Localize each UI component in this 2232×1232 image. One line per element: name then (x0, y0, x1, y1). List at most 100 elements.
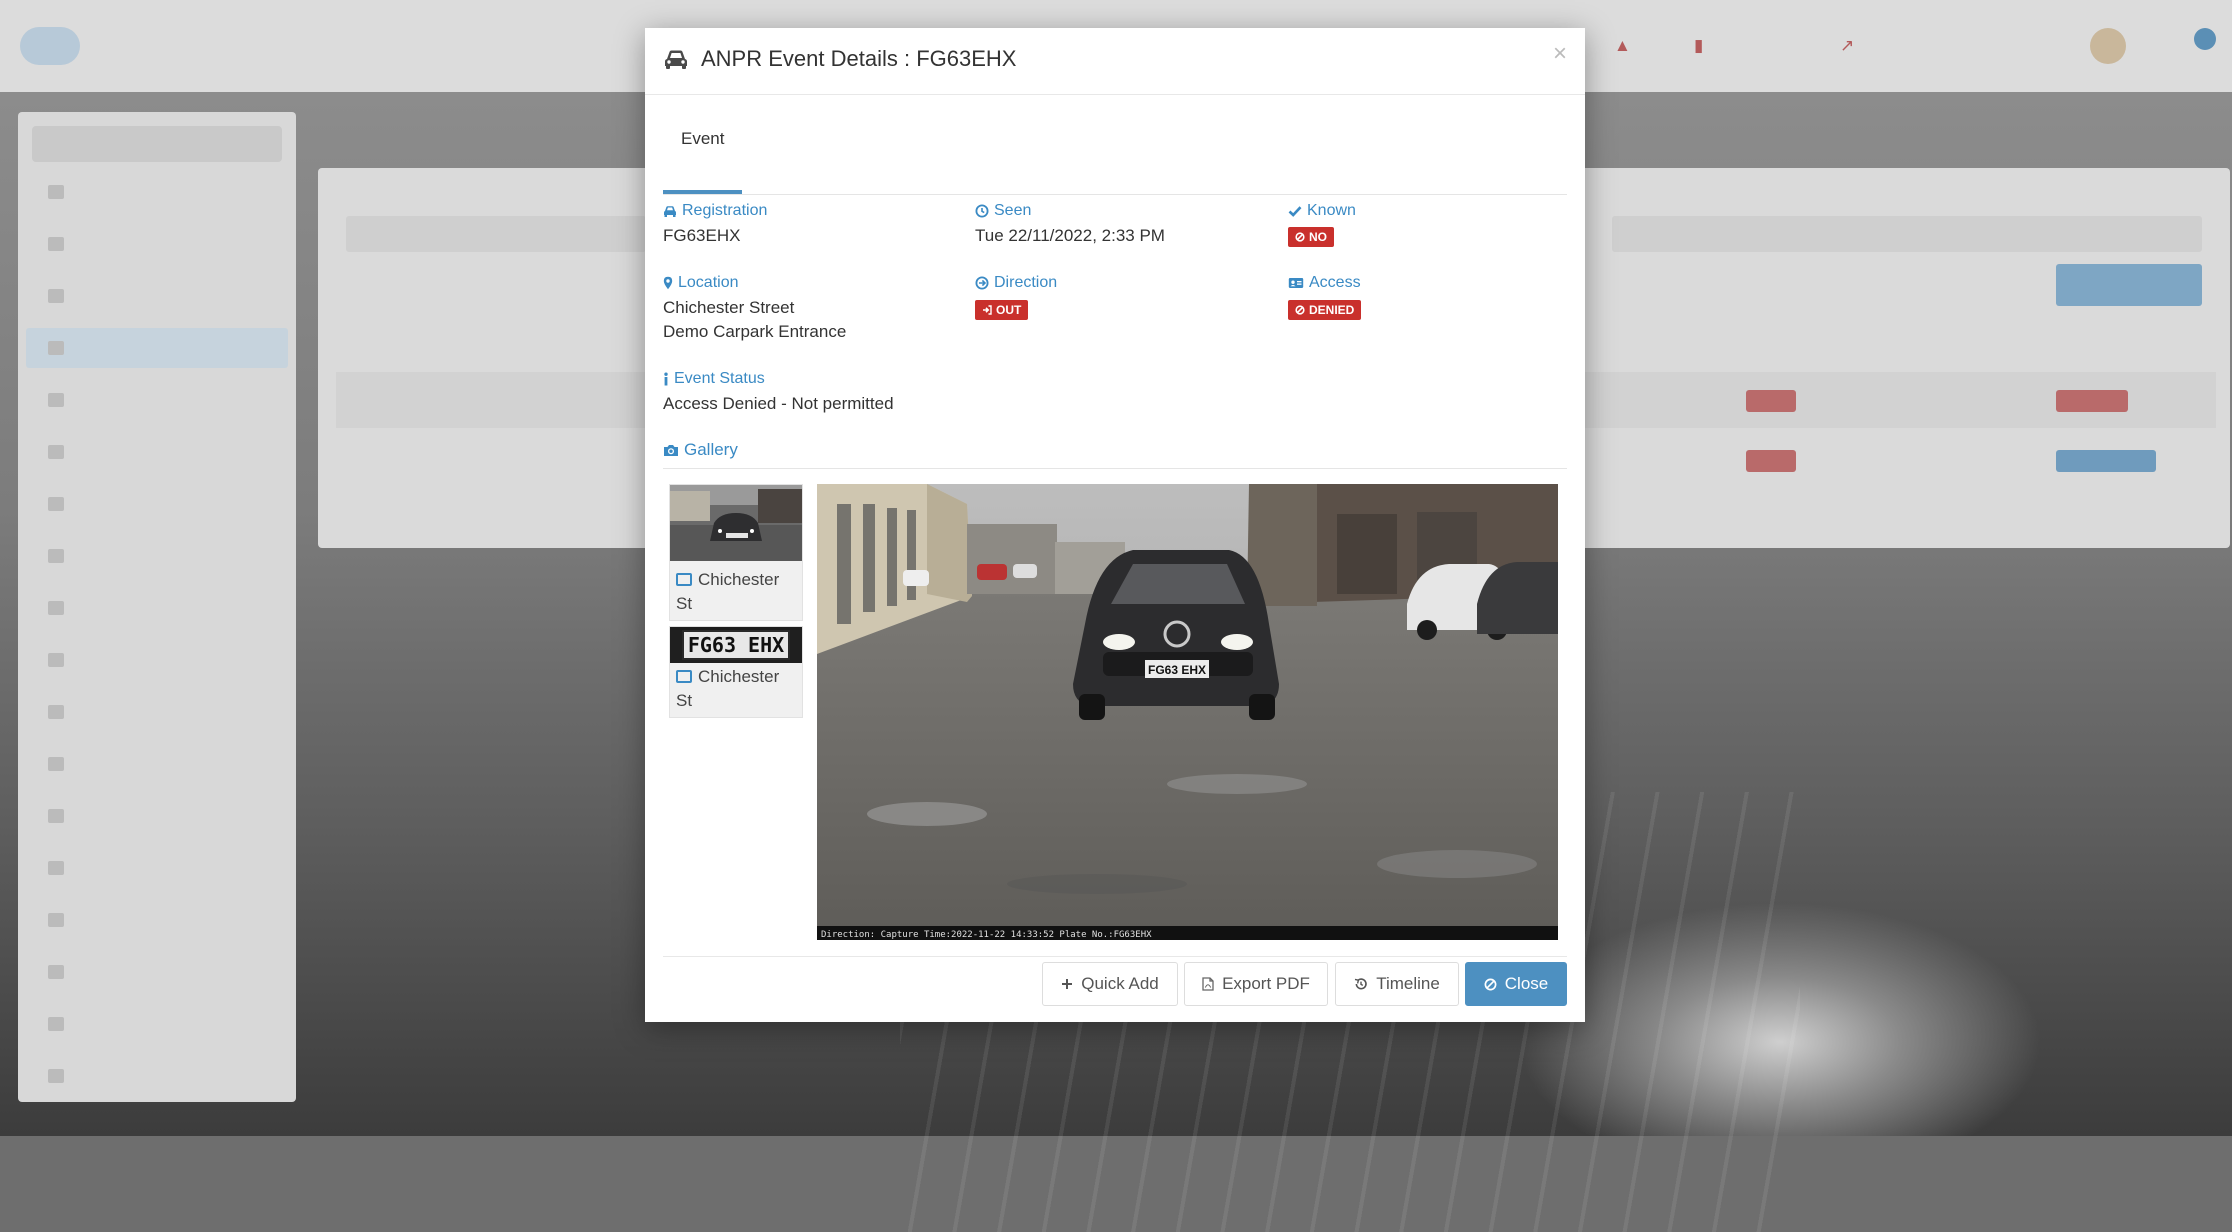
ban-icon (1484, 978, 1497, 990)
sign-out-icon (983, 305, 992, 315)
sidebar-item (26, 588, 288, 628)
timeline-label: Timeline (1376, 974, 1440, 993)
photo-plate-text: FG63 EHX (1148, 663, 1206, 677)
sidebar-item-active (26, 328, 288, 368)
access-label-text: Access (1309, 274, 1361, 291)
sidebar-item (26, 848, 288, 888)
ban-icon (1295, 305, 1305, 315)
sidebar-item (26, 432, 288, 472)
sidebar-item (26, 640, 288, 680)
quick-add-label: Quick Add (1081, 974, 1159, 993)
anpr-event-modal: ANPR Event Details : FG63EHX × Event Reg… (645, 28, 1585, 1022)
camera-icon (664, 445, 678, 456)
timeline-button[interactable]: Timeline (1335, 962, 1459, 1006)
id-card-icon (1288, 278, 1304, 288)
info-icon (664, 372, 668, 386)
footer-divider (663, 956, 1567, 957)
clock-icon (975, 204, 989, 218)
file-pdf-icon (1202, 977, 1214, 991)
close-label: Close (1504, 974, 1549, 993)
image-icon (676, 573, 692, 586)
sidebar-item (26, 744, 288, 784)
access-label: Access (1288, 274, 1361, 292)
export-pdf-button[interactable]: Export PDF (1184, 962, 1328, 1006)
thumb-1-caption-line1: Chichester (698, 570, 780, 589)
car-icon (665, 50, 687, 69)
seen-value: Tue 22/11/2022, 2:33 PM (975, 226, 1165, 245)
thumb-2-caption: Chichester St (670, 663, 802, 717)
thumb-2-caption-line2: St (676, 691, 693, 710)
map-marker-icon (663, 276, 673, 290)
sidebar-item (26, 536, 288, 576)
photo-caption: Direction: Capture Time:2022-11-22 14:33… (821, 930, 1152, 940)
modal-header: ANPR Event Details : FG63EHX × (645, 28, 1585, 95)
seen-label-text: Seen (994, 202, 1032, 219)
anpr-capture-photo: FG63 EHX Direction: Capture Time:2022-11… (817, 484, 1558, 940)
seen-label: Seen (975, 202, 1031, 220)
thumb-1-caption-line2: St (676, 594, 693, 613)
event-status-label-text: Event Status (674, 370, 765, 387)
avatar (2090, 28, 2126, 64)
registration-value: FG63EHX (663, 226, 741, 245)
event-status-value: Access Denied - Not permitted (663, 394, 894, 413)
site-select-dimmed (32, 126, 282, 162)
thumb-car-image (670, 485, 802, 561)
modal-title: ANPR Event Details : FG63EHX (663, 46, 1016, 72)
gallery-heading-text: Gallery (684, 440, 738, 459)
modal-title-text: ANPR Event Details : FG63EHX (701, 46, 1017, 71)
tab-event[interactable]: Event (663, 114, 743, 194)
registration-label-text: Registration (682, 202, 768, 219)
car-icon (664, 206, 676, 217)
gallery-thumb-2[interactable]: FG63 EHX Chichester St (669, 626, 803, 718)
history-icon (1355, 978, 1367, 990)
sidebar-item (26, 796, 288, 836)
known-label: Known (1288, 202, 1356, 220)
image-icon (676, 670, 692, 683)
sidebar-item (26, 1004, 288, 1044)
quick-add-button[interactable]: Quick Add (1042, 962, 1178, 1006)
location-label-text: Location (678, 274, 739, 291)
alert-indicator: ▲ (1614, 36, 1631, 55)
event-status-label: Event Status (663, 370, 765, 388)
sidebar-item (26, 692, 288, 732)
direction-badge-text: OUT (996, 303, 1022, 317)
close-icon[interactable]: × (1553, 42, 1567, 66)
gallery-heading: Gallery (663, 440, 738, 460)
status-badge (2056, 450, 2156, 472)
sidebar-item (26, 380, 288, 420)
account-indicator: ↗ (1840, 36, 1855, 55)
plus-icon (1062, 979, 1073, 989)
thumb-2-caption-line1: Chichester (698, 667, 780, 686)
location-line1: Chichester Street (663, 298, 795, 317)
access-badge: DENIED (1288, 300, 1362, 320)
known-badge-text: NO (1309, 230, 1327, 244)
filter-field-dimmed (346, 216, 646, 252)
status-badge (1746, 450, 1796, 472)
location-line2: Demo Carpark Entrance (663, 322, 847, 341)
status-badge (1746, 390, 1796, 412)
gallery-main-image: FG63 EHX Direction: Capture Time:2022-11… (817, 484, 1558, 940)
sidebar-item (26, 172, 288, 212)
thumb-plate-text: FG63 EHX (681, 630, 791, 660)
direction-badge: OUT (975, 300, 1029, 320)
sidebar-item (26, 484, 288, 524)
sidebar-item (26, 900, 288, 940)
status-badge (2056, 390, 2128, 412)
close-button[interactable]: Close (1465, 962, 1567, 1006)
location-label: Location (663, 274, 739, 292)
sidebar-dimmed (18, 112, 296, 1102)
help-icon (2194, 28, 2216, 50)
direction-label-text: Direction (994, 274, 1058, 291)
gallery-thumb-1[interactable]: Chichester St (669, 484, 803, 621)
arrow-circle-right-icon (975, 276, 989, 290)
sidebar-item (26, 224, 288, 264)
access-badge-text: DENIED (1309, 303, 1355, 317)
registration-label: Registration (663, 202, 767, 220)
sidebar-item (26, 1056, 288, 1096)
modal-tabs: Event (663, 114, 1567, 195)
refresh-button-dimmed (2056, 264, 2202, 306)
gallery-divider (663, 468, 1567, 469)
direction-label: Direction (975, 274, 1057, 292)
thumb-plate-image: FG63 EHX (670, 627, 802, 663)
ban-icon (1295, 232, 1305, 242)
